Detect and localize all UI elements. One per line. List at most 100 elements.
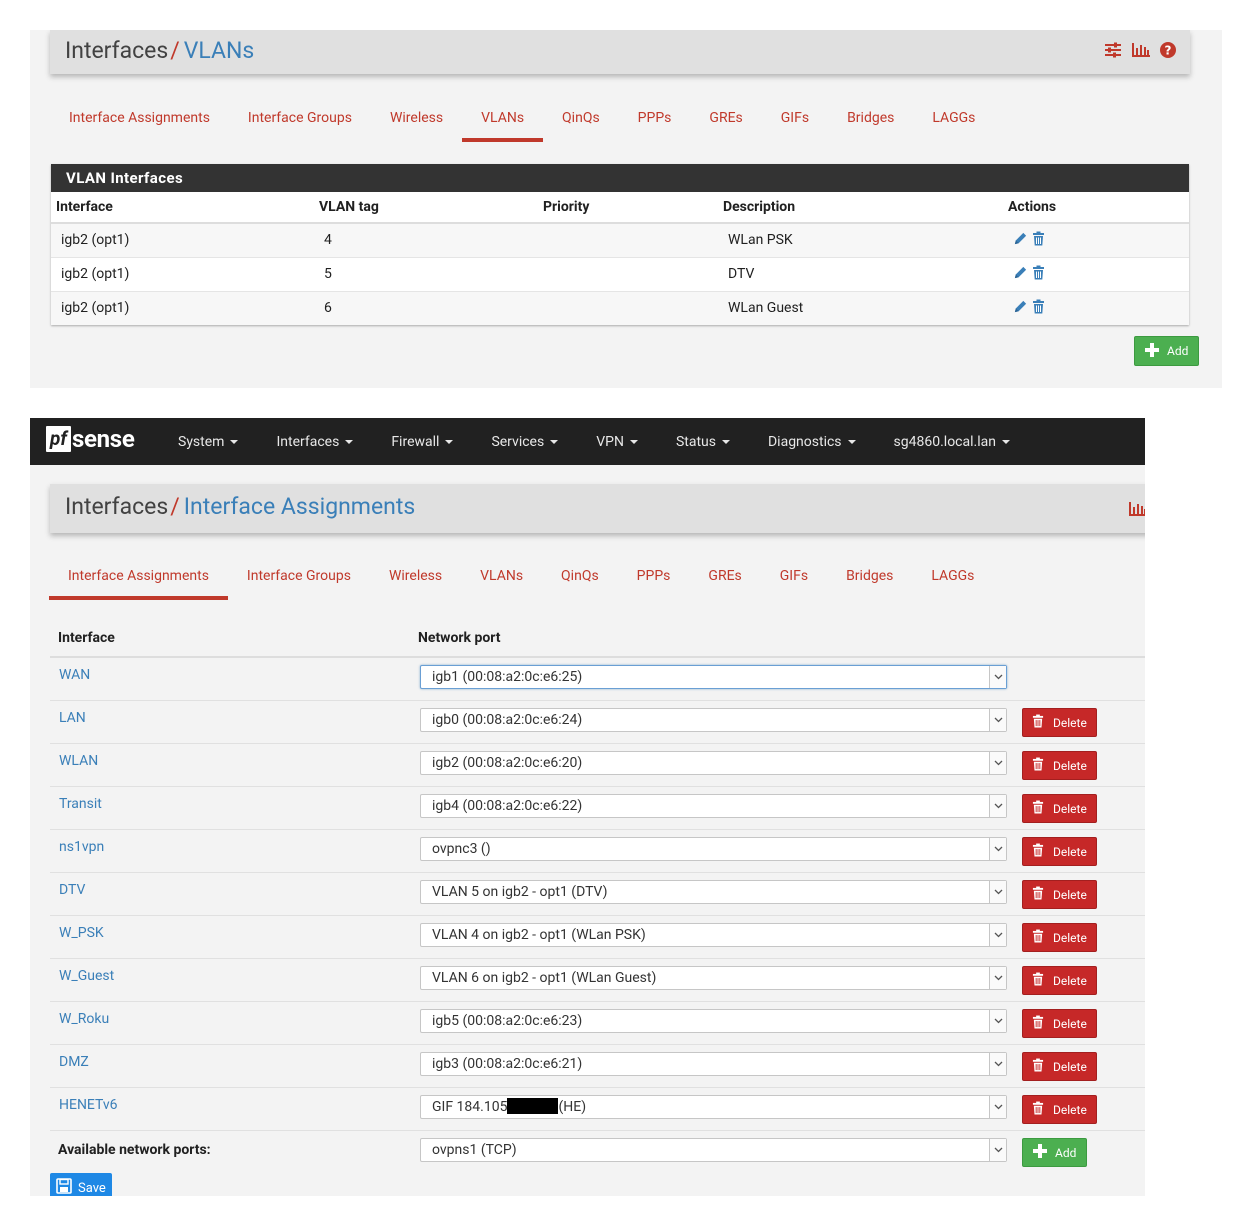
- port-select-lan[interactable]: igb0 (00:08:a2:0c:e6:24): [420, 708, 1007, 732]
- table-row[interactable]: igb2 (opt1) 6 WLan Guest: [51, 290, 1189, 325]
- save-button[interactable]: Save: [50, 1173, 112, 1196]
- table-row[interactable]: igb2 (opt1) 4 WLan PSK: [51, 222, 1189, 257]
- edit-pencil-icon[interactable]: [1013, 231, 1028, 250]
- table-row[interactable]: igb2 (opt1) 5 DTV: [51, 256, 1189, 291]
- interface-link-transit[interactable]: Transit: [59, 796, 102, 812]
- tab-qinqs[interactable]: QinQs: [543, 110, 619, 126]
- bar-chart-icon[interactable]: [1131, 42, 1151, 58]
- delete-button[interactable]: Delete: [1022, 837, 1097, 866]
- tab-bridges[interactable]: Bridges: [828, 110, 913, 126]
- port-select-wlan[interactable]: igb2 (00:08:a2:0c:e6:20): [420, 751, 1007, 775]
- chevron-down-icon: [989, 795, 1006, 817]
- assign-tab-bar: Interface Assignments Interface Groups W…: [49, 568, 993, 600]
- tab-wireless[interactable]: Wireless: [370, 568, 461, 584]
- logo-pf: pf: [46, 426, 71, 452]
- caret-down-icon: [1001, 439, 1010, 444]
- interface-link-w-guest[interactable]: W_Guest: [59, 968, 114, 984]
- delete-button[interactable]: Delete: [1022, 923, 1097, 952]
- tab-ppps[interactable]: PPPs: [619, 110, 691, 126]
- breadcrumb-bar: Interfaces/Interface Assignments: [50, 484, 1145, 533]
- tab-wireless[interactable]: Wireless: [371, 110, 462, 126]
- delete-button[interactable]: Delete: [1022, 966, 1097, 995]
- table-row: WAN igb1 (00:08:a2:0c:e6:25): [50, 658, 1145, 701]
- edit-pencil-icon[interactable]: [1013, 299, 1028, 318]
- delete-button[interactable]: Delete: [1022, 708, 1097, 737]
- interface-link-wan[interactable]: WAN: [59, 667, 90, 683]
- delete-button[interactable]: Delete: [1022, 751, 1097, 780]
- menu-status[interactable]: Status: [676, 434, 730, 450]
- table-row: WLAN igb2 (00:08:a2:0c:e6:20) Delete: [50, 744, 1145, 787]
- port-select-w-roku[interactable]: igb5 (00:08:a2:0c:e6:23): [420, 1009, 1007, 1033]
- cell-tag: 5: [314, 256, 538, 291]
- available-ports-select[interactable]: ovpns1 (TCP): [420, 1138, 1007, 1162]
- delete-button[interactable]: Delete: [1022, 1052, 1097, 1081]
- tab-vlans[interactable]: VLANs: [462, 110, 543, 142]
- tab-interface-assignments[interactable]: Interface Assignments: [50, 110, 229, 126]
- edit-pencil-icon[interactable]: [1013, 265, 1028, 284]
- caret-down-icon: [230, 439, 239, 444]
- interface-link-w-roku[interactable]: W_Roku: [59, 1011, 109, 1027]
- port-select-transit[interactable]: igb4 (00:08:a2:0c:e6:22): [420, 794, 1007, 818]
- bar-chart-icon[interactable]: [1128, 501, 1145, 521]
- interface-link-dtv[interactable]: DTV: [59, 882, 85, 898]
- interface-link-dmz[interactable]: DMZ: [59, 1054, 89, 1070]
- port-select-dtv[interactable]: VLAN 5 on igb2 - opt1 (DTV): [420, 880, 1007, 904]
- tab-gifs[interactable]: GIFs: [761, 568, 827, 584]
- col-priority: Priority: [538, 192, 718, 224]
- tab-gres[interactable]: GREs: [690, 110, 761, 126]
- add-interface-button[interactable]: Add: [1022, 1138, 1088, 1167]
- main-menu: System Interfaces Firewall Services VPN …: [178, 418, 1048, 465]
- port-select-henetv6[interactable]: GIF 184.105 (HE): [420, 1095, 1007, 1119]
- sliders-icon[interactable]: [1104, 42, 1122, 58]
- port-select-w-guest[interactable]: VLAN 6 on igb2 - opt1 (WLan Guest): [420, 966, 1007, 990]
- caret-down-icon: [721, 439, 730, 444]
- delete-trash-icon[interactable]: [1032, 265, 1045, 284]
- delete-button[interactable]: Delete: [1022, 1095, 1097, 1124]
- breadcrumb-current[interactable]: VLANs: [184, 37, 255, 64]
- interface-link-henetv6[interactable]: HENETv6: [59, 1097, 118, 1113]
- port-select-wan[interactable]: igb1 (00:08:a2:0c:e6:25): [420, 665, 1007, 689]
- port-select-ns1vpn[interactable]: ovpnc3 (): [420, 837, 1007, 861]
- svg-text:?: ?: [1165, 44, 1172, 58]
- tab-laggs[interactable]: LAGGs: [913, 110, 994, 126]
- tab-gres[interactable]: GREs: [689, 568, 760, 584]
- menu-diagnostics[interactable]: Diagnostics: [768, 434, 856, 450]
- delete-button[interactable]: Delete: [1022, 794, 1097, 823]
- menu-vpn[interactable]: VPN: [596, 434, 638, 450]
- delete-trash-icon[interactable]: [1032, 299, 1045, 318]
- port-select-w-psk[interactable]: VLAN 4 on igb2 - opt1 (WLan PSK): [420, 923, 1007, 947]
- tab-interface-groups[interactable]: Interface Groups: [228, 568, 370, 584]
- breadcrumb-section[interactable]: Interfaces: [65, 493, 168, 520]
- cell-description: WLan Guest: [718, 290, 1003, 325]
- tab-vlans[interactable]: VLANs: [461, 568, 542, 584]
- port-select-dmz[interactable]: igb3 (00:08:a2:0c:e6:21): [420, 1052, 1007, 1076]
- tab-laggs[interactable]: LAGGs: [912, 568, 993, 584]
- breadcrumb-section[interactable]: Interfaces: [65, 37, 168, 64]
- menu-hostname[interactable]: sg4860.local.lan: [894, 434, 1010, 450]
- delete-trash-icon[interactable]: [1032, 231, 1045, 250]
- delete-button[interactable]: Delete: [1022, 1009, 1097, 1038]
- menu-firewall[interactable]: Firewall: [391, 434, 454, 450]
- interface-link-lan[interactable]: LAN: [59, 710, 86, 726]
- tab-interface-assignments[interactable]: Interface Assignments: [49, 568, 228, 600]
- help-icon[interactable]: ?: [1160, 42, 1176, 58]
- interface-link-w-psk[interactable]: W_PSK: [59, 925, 104, 941]
- tab-qinqs[interactable]: QinQs: [542, 568, 618, 584]
- tab-gifs[interactable]: GIFs: [762, 110, 828, 126]
- interface-link-ns1vpn[interactable]: ns1vpn: [59, 839, 104, 855]
- menu-interfaces[interactable]: Interfaces: [276, 434, 354, 450]
- menu-services[interactable]: Services: [491, 434, 559, 450]
- tab-ppps[interactable]: PPPs: [618, 568, 690, 584]
- table-row: DTV VLAN 5 on igb2 - opt1 (DTV) Delete: [50, 873, 1145, 916]
- tab-bridges[interactable]: Bridges: [827, 568, 912, 584]
- trash-icon: [1032, 886, 1044, 903]
- interface-link-wlan[interactable]: WLAN: [59, 753, 98, 769]
- menu-system[interactable]: System: [178, 434, 239, 450]
- breadcrumb-current[interactable]: Interface Assignments: [184, 493, 416, 520]
- tab-interface-groups[interactable]: Interface Groups: [229, 110, 371, 126]
- delete-button[interactable]: Delete: [1022, 880, 1097, 909]
- caret-down-icon: [345, 439, 354, 444]
- pfsense-logo[interactable]: pf sense: [46, 425, 135, 453]
- caret-down-icon: [629, 439, 638, 444]
- add-vlan-button[interactable]: Add: [1134, 336, 1200, 366]
